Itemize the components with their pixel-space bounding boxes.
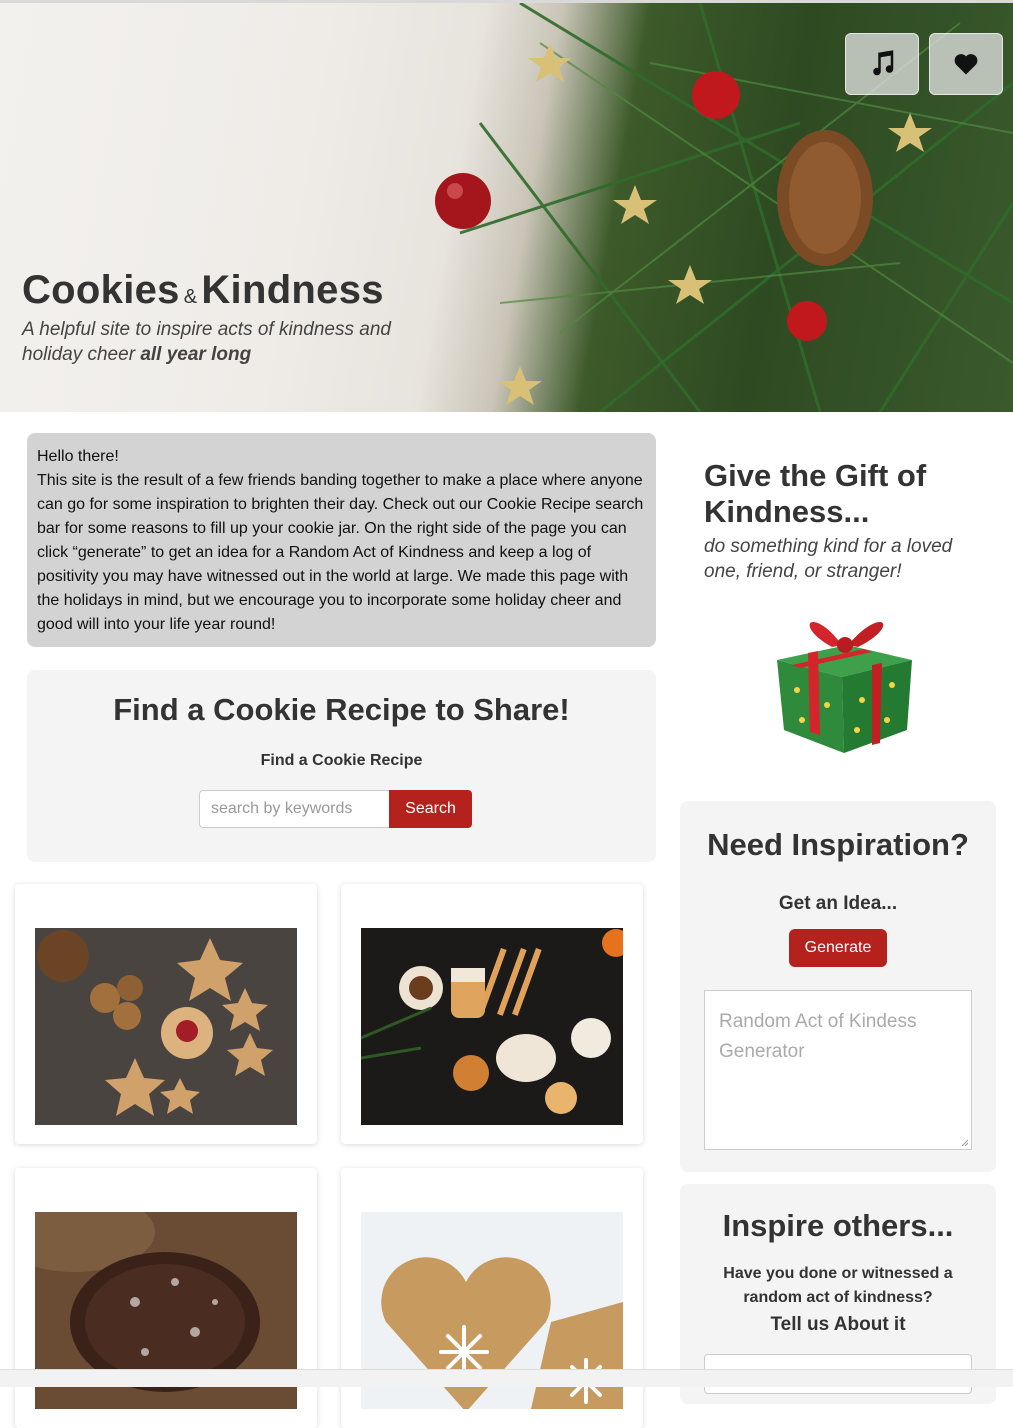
recipe-card[interactable]: [341, 884, 643, 1144]
inspire-others-cta: Tell us About it: [770, 1314, 906, 1335]
recipe-search-button[interactable]: Search: [389, 790, 472, 828]
kindness-generator-placeholder: Random Act of Kindess Generator: [719, 1011, 917, 1062]
recipe-search-label: Find a Cookie Recipe: [260, 752, 423, 769]
gift-subheading: do something kind for a loved one, frien…: [704, 536, 953, 582]
intro-body: This site is the result of a few friends…: [37, 472, 644, 633]
recipe-search-heading: Find a Cookie Recipe to Share!: [113, 692, 570, 727]
gingerbread-cookies-photo: [361, 928, 623, 1125]
music-note-icon: [873, 50, 894, 76]
hero-banner: Cookies & Kindness A helpful site to inspi…: [0, 0, 1013, 412]
inspiration-panel: Need Inspiration? Get an Idea... Generat…: [680, 801, 996, 1172]
star-cookies-photo: [35, 928, 297, 1125]
site-title-ampersand: &: [183, 286, 198, 308]
intro-message: Hello there! This site is the result of …: [27, 433, 656, 647]
site-title-part2: Kindness: [201, 268, 384, 312]
recipe-card[interactable]: [15, 1168, 317, 1428]
inspiration-label: Get an Idea...: [778, 893, 898, 914]
site-tagline-emphasis: all year long: [140, 344, 252, 365]
recipe-search-input[interactable]: [199, 790, 389, 828]
generate-button[interactable]: Generate: [789, 929, 887, 967]
inspire-others-heading: Inspire others...: [722, 1208, 954, 1243]
recipe-search-panel: Find a Cookie Recipe to Share! Find a Co…: [27, 670, 656, 862]
intro-greeting: Hello there!: [37, 448, 119, 465]
site-title: Cookies & Kindness: [22, 268, 384, 313]
recipe-search-form: Search: [199, 790, 472, 828]
site-title-part1: Cookies: [22, 268, 180, 312]
inspiration-heading: Need Inspiration?: [707, 827, 969, 862]
browser-bottom-bar: [0, 1369, 1013, 1387]
recipe-card[interactable]: [15, 884, 317, 1144]
resize-handle-icon[interactable]: [962, 1140, 968, 1146]
kindness-generator-output[interactable]: Random Act of Kindess Generator: [704, 990, 972, 1150]
site-tagline: A helpful site to inspire acts of kindne…: [22, 317, 442, 367]
inspire-others-question: Have you done or witnessed a random act …: [723, 1265, 953, 1306]
heart-icon: [954, 54, 978, 75]
music-toggle-button[interactable]: [845, 33, 919, 95]
gift-heading: Give the Gift of Kindness...: [704, 458, 927, 529]
recipe-card[interactable]: [341, 1168, 643, 1428]
gift-box-icon: [772, 605, 918, 760]
favorite-button[interactable]: [929, 33, 1003, 95]
